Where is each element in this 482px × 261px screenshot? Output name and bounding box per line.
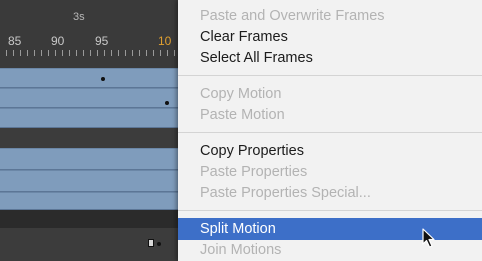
tween-span[interactable] bbox=[0, 68, 178, 88]
property-keyframe-dot[interactable] bbox=[165, 101, 169, 105]
empty-layer-row[interactable] bbox=[0, 210, 178, 228]
tween-span[interactable] bbox=[0, 88, 178, 108]
menu-item-paste-properties[interactable]: Paste Properties bbox=[178, 162, 482, 182]
menu-item-copy-motion[interactable]: Copy Motion bbox=[178, 84, 482, 104]
context-menu: Paste and Overwrite Frames Clear Frames … bbox=[178, 0, 482, 261]
timeline-ruler[interactable]: 3s 85 90 95 10 bbox=[0, 0, 178, 68]
timeline-tracks bbox=[0, 68, 178, 261]
ruler-frame-number: 95 bbox=[95, 34, 109, 48]
menu-item-paste-properties-special[interactable]: Paste Properties Special... bbox=[178, 183, 482, 203]
keyframe-marker[interactable] bbox=[148, 239, 154, 247]
menu-item-copy-properties[interactable]: Copy Properties bbox=[178, 141, 482, 161]
menu-separator bbox=[178, 210, 482, 211]
menu-item-join-motions[interactable]: Join Motions bbox=[178, 240, 482, 260]
ruler-frame-number: 10 bbox=[158, 34, 172, 48]
menu-item-paste-and-overwrite-frames[interactable]: Paste and Overwrite Frames bbox=[178, 6, 482, 26]
menu-separator bbox=[178, 132, 482, 133]
tween-span[interactable] bbox=[0, 192, 178, 210]
arrow-cursor-icon bbox=[422, 228, 435, 248]
empty-layer-row[interactable] bbox=[0, 128, 178, 148]
ruler-frame-number: 90 bbox=[51, 34, 65, 48]
tween-span[interactable] bbox=[0, 170, 178, 192]
timeline-panel: 3s 85 90 95 10 bbox=[0, 0, 178, 261]
ruler-seconds-label: 3s bbox=[73, 11, 85, 23]
menu-separator bbox=[178, 75, 482, 76]
tween-span[interactable] bbox=[0, 108, 178, 128]
ruler-frame-number: 85 bbox=[8, 34, 22, 48]
menu-item-paste-motion[interactable]: Paste Motion bbox=[178, 105, 482, 125]
ruler-ticks bbox=[6, 50, 178, 56]
keyframe-dot[interactable] bbox=[157, 242, 161, 246]
keyframe-layer-row[interactable] bbox=[0, 228, 178, 261]
menu-item-select-all-frames[interactable]: Select All Frames bbox=[178, 48, 482, 68]
tween-span[interactable] bbox=[0, 148, 178, 170]
menu-item-clear-frames[interactable]: Clear Frames bbox=[178, 27, 482, 47]
screenshot-frame: 3s 85 90 95 10 Paste and Overwrite Frame… bbox=[0, 0, 482, 261]
property-keyframe-dot[interactable] bbox=[101, 77, 105, 81]
menu-item-split-motion[interactable]: Split Motion bbox=[178, 218, 482, 240]
